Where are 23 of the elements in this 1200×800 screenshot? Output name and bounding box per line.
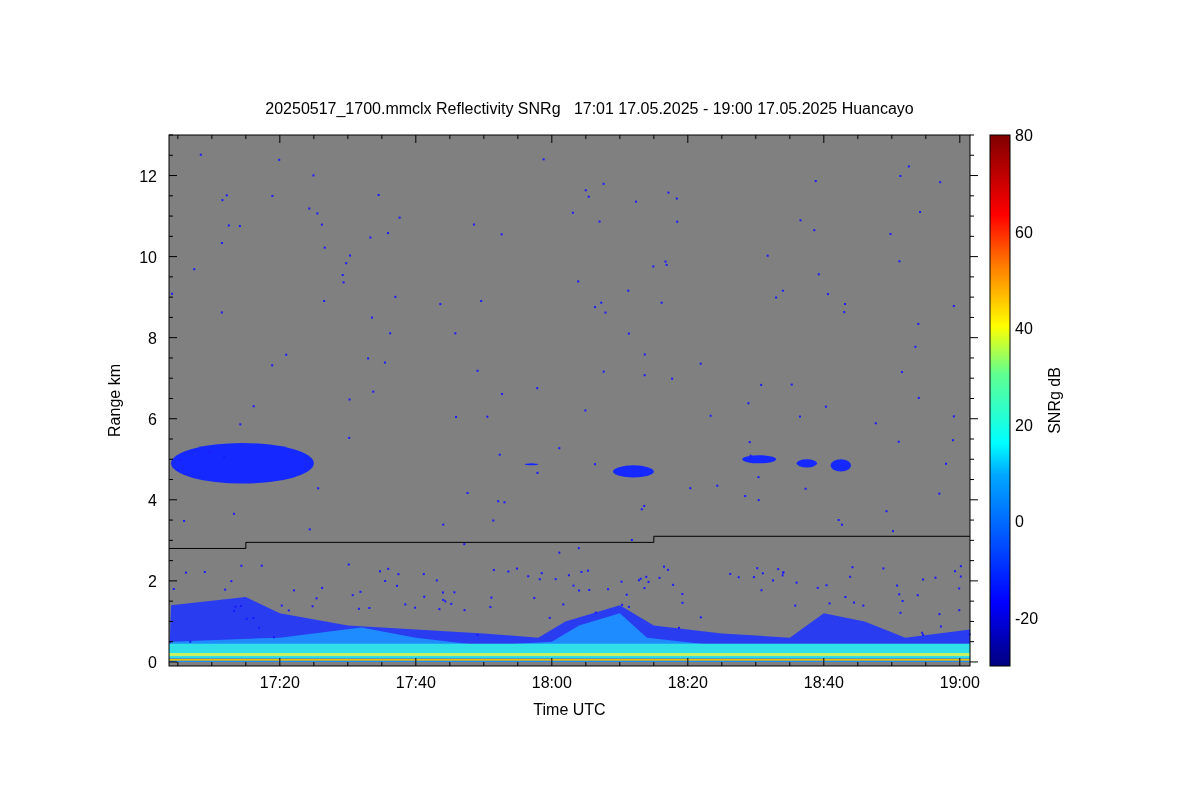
- tick-label: 60: [1015, 223, 1033, 241]
- tick-label: 18:40: [803, 674, 844, 691]
- tick-label: 40: [1015, 320, 1033, 338]
- tick-label: 18:00: [531, 674, 572, 691]
- chart-title: 20250517_1700.mmclx Reflectivity SNRg 17:01 17.05.2025 - 19:00 17.05.2025 Huancayo: [265, 100, 914, 117]
- axis-label: SNRg dB: [1046, 367, 1063, 434]
- tick-label: 4: [148, 491, 157, 509]
- tick-label: 80: [1015, 127, 1033, 144]
- tick-label: 0: [148, 653, 157, 671]
- tick-label: 17:40: [395, 674, 436, 691]
- tick-label: 20: [1015, 416, 1033, 434]
- tick-label: -20: [1015, 609, 1039, 627]
- tick-label: 10: [139, 248, 157, 266]
- tick-label: 6: [148, 410, 157, 428]
- tick-label: 2: [148, 572, 157, 590]
- tick-label: 18:20: [667, 674, 708, 691]
- tick-label: 19:00: [939, 674, 980, 691]
- axis-label: Time UTC: [533, 701, 606, 718]
- axis-label: Range km: [106, 364, 123, 437]
- tick-label: 17:20: [259, 674, 300, 691]
- tick-label: 12: [139, 167, 157, 185]
- tick-label: 8: [148, 329, 157, 347]
- tick-label: 0: [1015, 513, 1024, 531]
